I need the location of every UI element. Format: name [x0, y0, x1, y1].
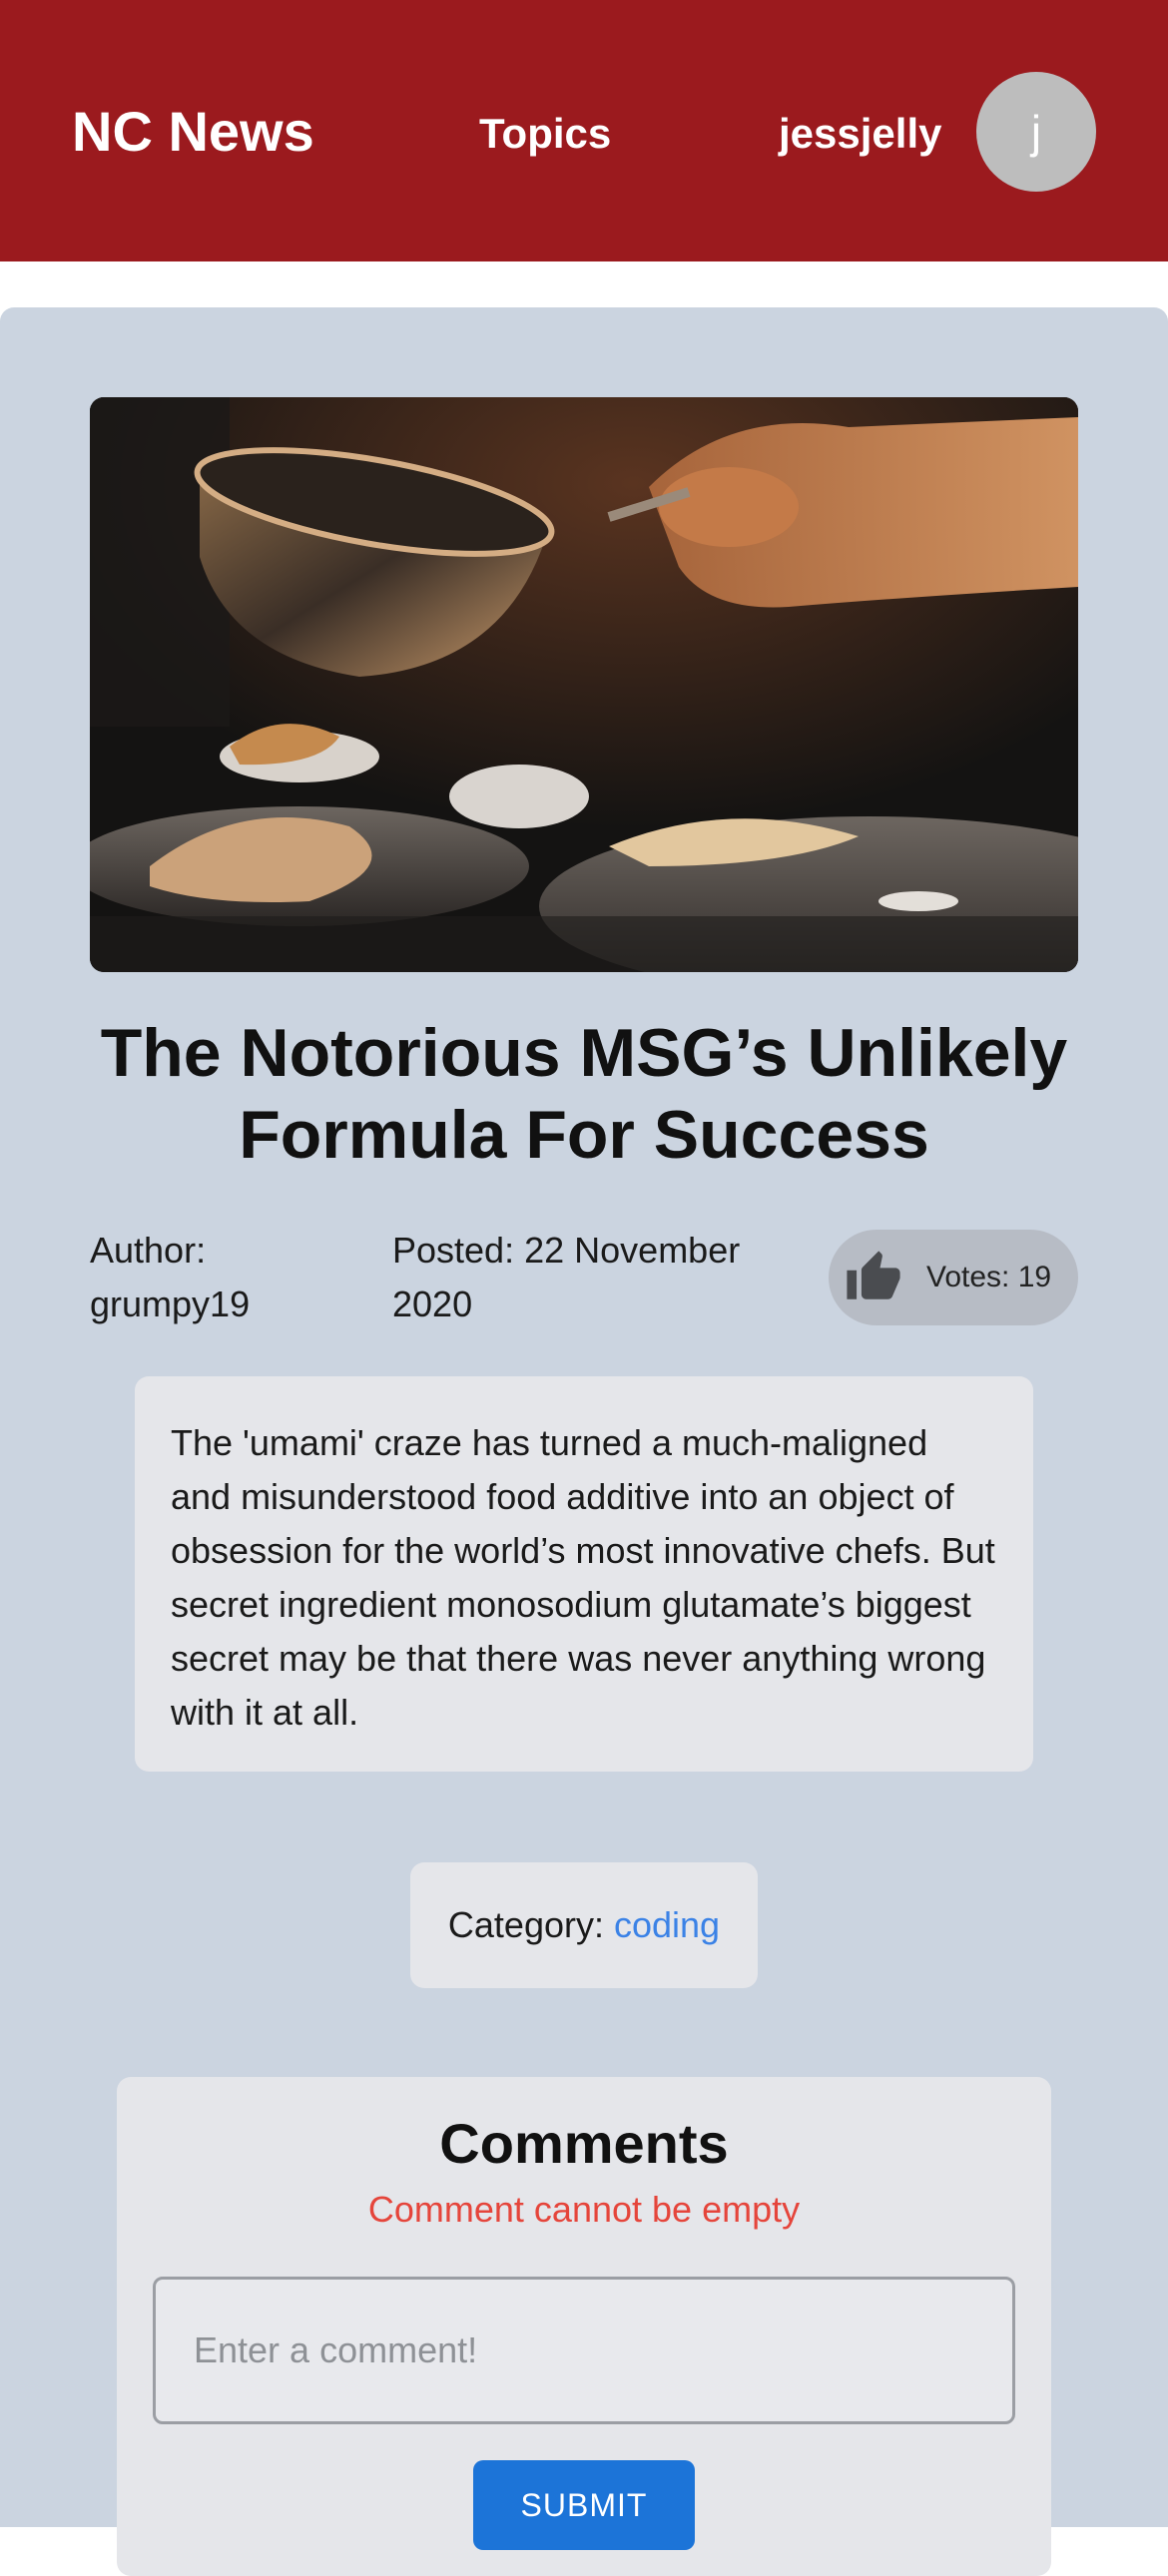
brand-logo-link[interactable]: NC News [72, 100, 314, 164]
author-name: grumpy19 [90, 1284, 251, 1324]
posted-label: Posted: [392, 1230, 515, 1271]
comments-heading: Comments [439, 2112, 729, 2175]
votes-label: Votes: [926, 1261, 1010, 1293]
author-label: Author: [90, 1230, 207, 1271]
article-category: Category: coding [410, 1862, 758, 1988]
thumbs-up-icon [847, 1251, 900, 1299]
avatar-initial: j [1030, 106, 1042, 158]
submit-button[interactable]: SUBMIT [473, 2460, 695, 2550]
article-posted-date: Posted: 22 November 2020 [392, 1224, 792, 1331]
top-navbar: NC News Topics jessjelly j [0, 0, 1168, 261]
food-photo-illustration [90, 397, 1078, 972]
article-author: Author: grumpy19 [90, 1224, 349, 1331]
vote-button[interactable]: Votes: 19 [829, 1230, 1078, 1325]
comments-section: Comments Comment cannot be empty SUBMIT [117, 2077, 1051, 2576]
votes-count: Votes: 19 [926, 1261, 1051, 1294]
avatar[interactable]: j [976, 72, 1096, 192]
article-image [90, 397, 1078, 972]
topics-nav-link[interactable]: Topics [479, 110, 611, 158]
username-link[interactable]: jessjelly [779, 110, 941, 158]
category-label: Category: [447, 1904, 604, 1945]
article-title: The Notorious MSG’s Unlikely Formula For… [100, 1015, 1068, 1173]
comment-input[interactable] [153, 2277, 1015, 2424]
comment-error-message: Comment cannot be empty [367, 2189, 801, 2230]
article-body: The 'umami' craze has turned a much-mali… [135, 1376, 1033, 1772]
votes-value: 19 [1017, 1261, 1052, 1293]
category-link[interactable]: coding [614, 1904, 720, 1946]
